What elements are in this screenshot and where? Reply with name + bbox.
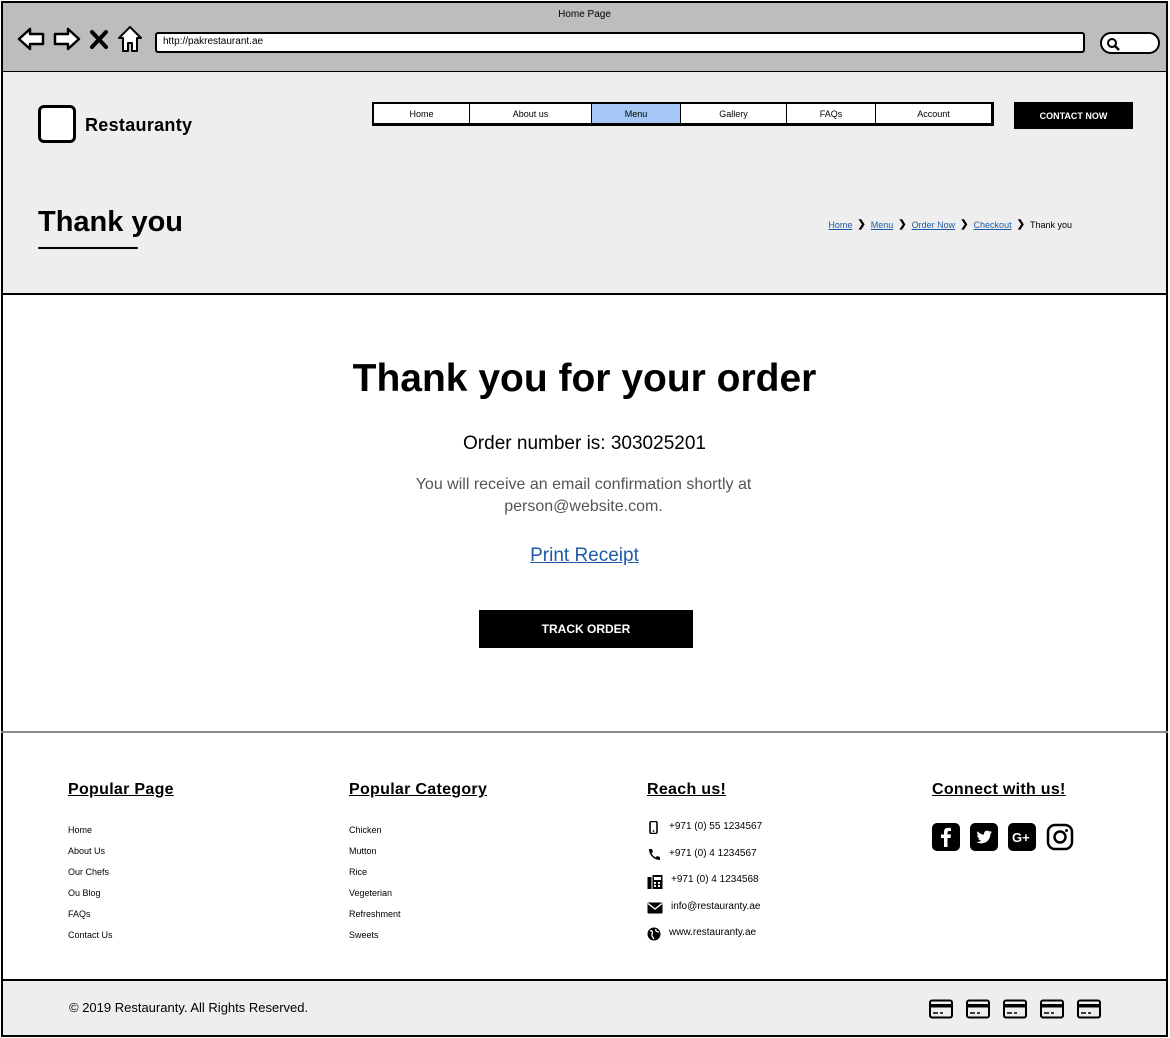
contact-website-text[interactable]: www.restauranty.ae [669, 927, 756, 938]
email-confirmation-note: You will receive an email confirmation s… [415, 476, 752, 515]
contact-mobile: +971 (0) 55 1234567 [647, 820, 762, 848]
order-number-label: Order number is: [463, 433, 611, 454]
home-icon[interactable] [117, 25, 143, 53]
contact-mobile-text[interactable]: +971 (0) 55 1234567 [669, 821, 762, 832]
breadcrumb-current: Thank you [1029, 219, 1072, 230]
envelope-icon [647, 901, 663, 917]
credit-card-icon [1040, 999, 1064, 1024]
nav-item-account[interactable]: Account [876, 104, 991, 123]
site-footer: Popular Page Home About Us Our Chefs Ou … [1, 733, 1168, 980]
footer-link[interactable]: Home [68, 825, 174, 846]
main-nav: Home About us Menu Gallery FAQs Account [372, 102, 994, 126]
footer-link[interactable]: Sweets [349, 930, 487, 951]
copyright-bar: © 2019 Restauranty. All Rights Reserved. [1, 979, 1168, 1037]
nav-item-home[interactable]: Home [374, 104, 470, 123]
contact-now-button[interactable]: CONTACT NOW [1014, 102, 1133, 129]
facebook-icon[interactable] [932, 823, 960, 856]
confirmation-title: Thank you for your order [352, 357, 817, 400]
footer-connect: Connect with us! G+ [932, 781, 1074, 856]
footer-link[interactable]: About Us [68, 846, 174, 867]
contact-fax: +971 (0) 4 1234568 [647, 874, 762, 901]
browser-toolbar: Home Page http://pakrestaurant.ae [1, 1, 1168, 73]
credit-card-icon [1077, 999, 1101, 1024]
chevron-right-icon: ❯ [857, 219, 866, 230]
address-bar[interactable]: http://pakrestaurant.ae [155, 32, 1085, 53]
order-number-line: Order number is: 303025201 [1, 433, 1168, 455]
footer-link[interactable]: Contact Us [68, 930, 174, 951]
nav-item-faqs[interactable]: FAQs [787, 104, 876, 123]
credit-card-icon [929, 999, 953, 1024]
payment-methods [929, 999, 1101, 1024]
brand-name[interactable]: Restauranty [85, 115, 192, 136]
breadcrumb-checkout[interactable]: Checkout [974, 220, 1012, 230]
title-underline [38, 247, 138, 249]
order-confirmation: Thank you for your order Order number is… [1, 295, 1168, 733]
chevron-right-icon: ❯ [898, 219, 907, 230]
footer-link[interactable]: Refreshment [349, 909, 487, 930]
contact-website: www.restauranty.ae [647, 927, 762, 954]
forward-arrow-icon[interactable] [53, 26, 81, 52]
back-arrow-icon[interactable] [17, 26, 45, 52]
order-number-value: 303025201 [610, 433, 706, 454]
footer-popular-categories: Popular Category Chicken Mutton Rice Veg… [349, 781, 487, 951]
breadcrumb: Home ❯ Menu ❯ Order Now ❯ Checkout ❯ Tha… [828, 219, 1072, 230]
breadcrumb-home[interactable]: Home [828, 220, 852, 230]
contact-phone-text[interactable]: +971 (0) 4 1234567 [669, 848, 757, 859]
chevron-right-icon: ❯ [1016, 219, 1025, 230]
footer-link[interactable]: Vegeterian [349, 888, 487, 909]
logo-placeholder[interactable] [38, 105, 76, 143]
google-plus-icon[interactable]: G+ [1008, 823, 1036, 856]
twitter-icon[interactable] [970, 823, 998, 856]
contact-phone: +971 (0) 4 1234567 [647, 848, 762, 875]
window-title: Home Page [558, 9, 611, 20]
footer-popular-pages: Popular Page Home About Us Our Chefs Ou … [68, 781, 174, 951]
footer-heading: Popular Page [68, 781, 174, 798]
print-receipt-link[interactable]: Print Receipt [1, 545, 1168, 567]
contact-email-text[interactable]: info@restauranty.ae [671, 901, 760, 912]
mobile-phone-icon [647, 820, 661, 837]
contact-email: info@restauranty.ae [647, 901, 762, 928]
svg-text:G+: G+ [1012, 830, 1030, 845]
fax-icon [647, 874, 663, 893]
footer-link[interactable]: FAQs [68, 909, 174, 930]
credit-card-icon [966, 999, 990, 1024]
phone-icon [647, 848, 661, 864]
footer-heading: Popular Category [349, 781, 488, 798]
footer-link[interactable]: Chicken [349, 825, 487, 846]
credit-card-icon [1003, 999, 1027, 1024]
footer-reach-us: Reach us! +971 (0) 55 1234567 +971 (0) 4… [647, 781, 762, 954]
page-title: Thank you [38, 206, 184, 238]
footer-heading: Reach us! [647, 781, 727, 798]
nav-item-about[interactable]: About us [470, 104, 592, 123]
nav-item-menu[interactable]: Menu [592, 104, 681, 123]
footer-link[interactable]: Rice [349, 867, 487, 888]
close-icon[interactable] [89, 27, 109, 51]
instagram-icon[interactable] [1046, 823, 1074, 856]
globe-icon [647, 927, 661, 944]
track-order-button[interactable]: TRACK ORDER [479, 610, 693, 648]
chevron-right-icon: ❯ [960, 219, 969, 230]
copyright-text: © 2019 Restauranty. All Rights Reserved. [69, 1000, 309, 1015]
breadcrumb-menu[interactable]: Menu [871, 220, 894, 230]
footer-link[interactable]: Ou Blog [68, 888, 174, 909]
breadcrumb-order-now[interactable]: Order Now [912, 220, 956, 230]
nav-item-gallery[interactable]: Gallery [681, 104, 787, 123]
footer-heading: Connect with us! [932, 781, 1066, 798]
browser-search-field[interactable] [1100, 32, 1160, 54]
site-header: Restauranty Home About us Menu Gallery F… [1, 72, 1168, 295]
footer-link[interactable]: Our Chefs [68, 867, 174, 888]
footer-link[interactable]: Mutton [349, 846, 487, 867]
contact-fax-text[interactable]: +971 (0) 4 1234568 [671, 874, 759, 885]
